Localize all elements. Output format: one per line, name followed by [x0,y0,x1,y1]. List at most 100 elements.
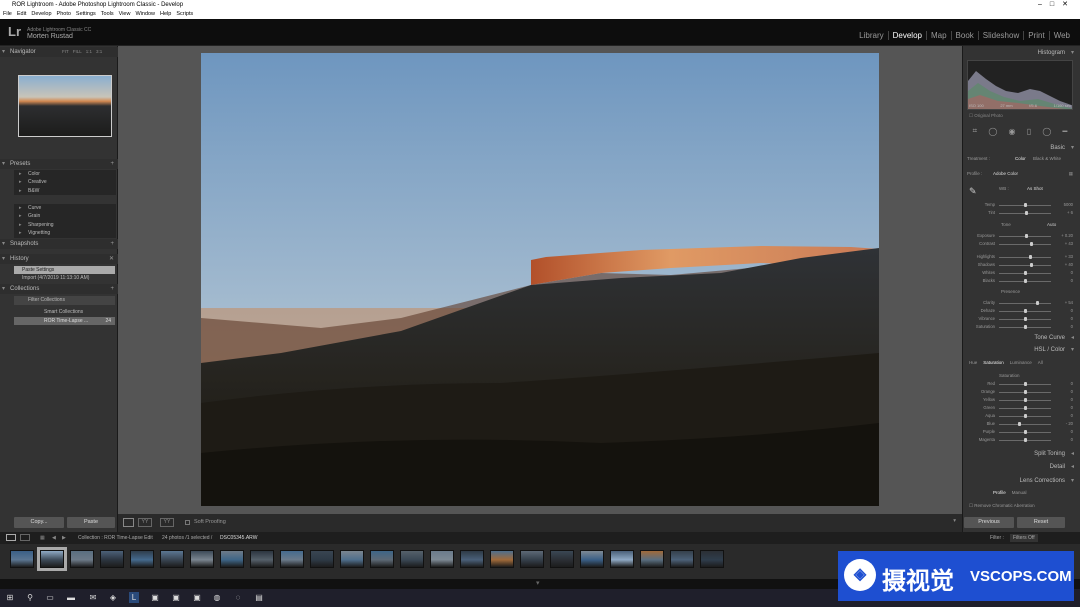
profile-browser-icon[interactable]: ▦ [1069,171,1073,177]
treatment-color[interactable]: Color [1015,156,1026,161]
preset-folder[interactable]: Grain [14,212,116,221]
histogram-header[interactable]: Histogram [963,48,1077,58]
slider-value[interactable]: 0 [1055,436,1073,444]
slider-saturation[interactable]: Saturation 0 [963,323,1075,331]
hsl-tab-saturation[interactable]: Saturation [983,360,1004,365]
slider-thumb[interactable] [1018,421,1022,426]
slider-thumb[interactable] [1023,429,1027,434]
hsl-slider-blue[interactable]: Blue - 20 [963,420,1075,428]
slider-thumb[interactable] [1028,254,1032,259]
before-after-icon[interactable]: YY [138,518,152,527]
adjustment-brush-icon[interactable]: ━ [1063,127,1068,136]
filmstrip-thumbnail[interactable] [460,550,484,568]
file-explorer-icon[interactable]: ▬ [66,592,76,603]
hsl-header[interactable]: HSL / Color [963,345,1077,355]
menu-item[interactable]: Photo [57,10,71,19]
slider-thumb[interactable] [1030,262,1034,267]
filmstrip-thumbnail[interactable] [700,550,724,568]
module-slideshow[interactable]: Slideshow [977,31,1023,40]
copy-settings-button[interactable]: Copy... [14,517,64,528]
slider-thumb[interactable] [1023,437,1027,442]
history-panel-header[interactable]: History ✕ [0,254,118,264]
lightroom-taskbar-icon[interactable]: L [129,592,139,603]
collection-item-selected[interactable]: ROR Time-Lapse ... 24 [14,317,115,325]
split-toning-header[interactable]: Split Toning [963,449,1077,459]
module-map[interactable]: Map [925,31,951,40]
basic-panel-header[interactable]: Basic [963,143,1077,153]
filmstrip-filename[interactable]: DSC05345.ARW [220,532,257,544]
red-eye-icon[interactable]: ◉ [1009,127,1016,136]
filmstrip-thumbnail[interactable] [70,550,94,568]
slider-value[interactable]: 0 [1055,412,1073,420]
filter-select[interactable]: Filters Off [1010,534,1038,542]
previous-button[interactable]: Previous [964,517,1014,528]
search-icon[interactable]: ⚲ [25,592,35,603]
slider-value[interactable]: 0 [1055,388,1073,396]
hsl-tab-all[interactable]: All [1038,360,1043,365]
filter-collections-field[interactable]: Filter Collections [14,296,115,305]
slider-thumb[interactable] [1023,389,1027,394]
module-library[interactable]: Library [855,31,887,40]
wb-eyedropper-icon[interactable]: ✎ [969,186,977,197]
preset-folder[interactable]: B&W [14,187,116,196]
slider-value[interactable]: 0 [1055,404,1073,412]
slider-value[interactable]: 0 [1055,323,1073,331]
menu-item[interactable]: Settings [76,10,96,19]
task-view-icon[interactable]: ▭ [45,592,55,603]
slider-thumb[interactable] [1024,210,1028,215]
slider-exposure[interactable]: Exposure + 0.20 [963,232,1075,240]
premiere-icon[interactable]: ▣ [171,592,181,603]
filmstrip-thumbnail[interactable] [310,550,334,568]
slider-thumb[interactable] [1023,413,1027,418]
slider-track[interactable] [999,302,1051,304]
filmstrip-thumbnail[interactable] [490,550,514,568]
filmstrip-thumbnail[interactable] [250,550,274,568]
filmstrip-thumbnail[interactable] [550,550,574,568]
after-effects-icon[interactable]: ▣ [150,592,160,603]
preset-folder[interactable]: Color [14,170,116,179]
media-app-icon[interactable]: ▤ [254,592,264,603]
main-window-icon[interactable] [6,534,16,541]
slider-value[interactable]: 0 [1055,277,1073,285]
menu-item[interactable]: File [3,10,12,19]
lens-tab-profile[interactable]: Profile [993,490,1006,495]
window-controls[interactable]: –□✕ [1038,0,1076,10]
remove-ca-option[interactable]: ☐ Remove Chromatic Aberration [969,503,1035,509]
wb-select[interactable]: As Shot [1027,186,1043,191]
menu-item[interactable]: Develop [31,10,51,19]
hsl-slider-orange[interactable]: Orange 0 [963,388,1075,396]
filmstrip-source[interactable]: Collection : ROR Time-Lapse Edit [78,532,153,544]
navigator-preview[interactable] [18,75,112,137]
presets-panel-header[interactable]: Presets + [0,159,118,169]
lens-corrections-header[interactable]: Lens Corrections [963,476,1077,486]
collection-item-smart[interactable]: Smart Collections [14,308,115,316]
filmstrip-thumbnail[interactable] [190,550,214,568]
filmstrip-thumbnail[interactable] [100,550,124,568]
slider-highlights[interactable]: Highlights + 33 [963,253,1075,261]
slider-dehaze[interactable]: Dehaze 0 [963,307,1075,315]
slider-tint[interactable]: Tint + 6 [963,209,1075,217]
module-print[interactable]: Print [1023,31,1048,40]
slider-shadows[interactable]: Shadows + 40 [963,261,1075,269]
grid-view-icon[interactable]: ▦ [40,532,45,544]
slider-value[interactable]: 0 [1055,307,1073,315]
slider-value[interactable]: 0 [1055,428,1073,436]
toolbar-menu-icon[interactable]: ▾ [953,518,956,524]
spot-removal-icon[interactable]: ◯ [988,127,997,136]
filmstrip-thumbnail[interactable] [400,550,424,568]
hsl-slider-aqua[interactable]: Aqua 0 [963,412,1075,420]
add-snapshot-icon[interactable]: + [110,239,114,249]
slider-thumb[interactable] [1023,308,1027,313]
filmstrip-thumbnail[interactable] [340,550,364,568]
slider-thumb[interactable] [1023,381,1027,386]
slider-value[interactable]: + 33 [1055,253,1073,261]
slider-thumb[interactable] [1023,397,1027,402]
slider-temp[interactable]: Temp 5000 [963,201,1075,209]
history-item[interactable]: Import (4/7/2019 11:13:10 AM) [14,274,115,282]
filmstrip-thumbnail[interactable] [640,550,664,568]
menu-item[interactable]: Help [160,10,171,19]
module-web[interactable]: Web [1048,31,1074,40]
slider-track[interactable] [999,423,1051,425]
slider-thumb[interactable] [1025,233,1029,238]
bottom-panel-toggle-icon[interactable]: ▾ [536,579,540,587]
